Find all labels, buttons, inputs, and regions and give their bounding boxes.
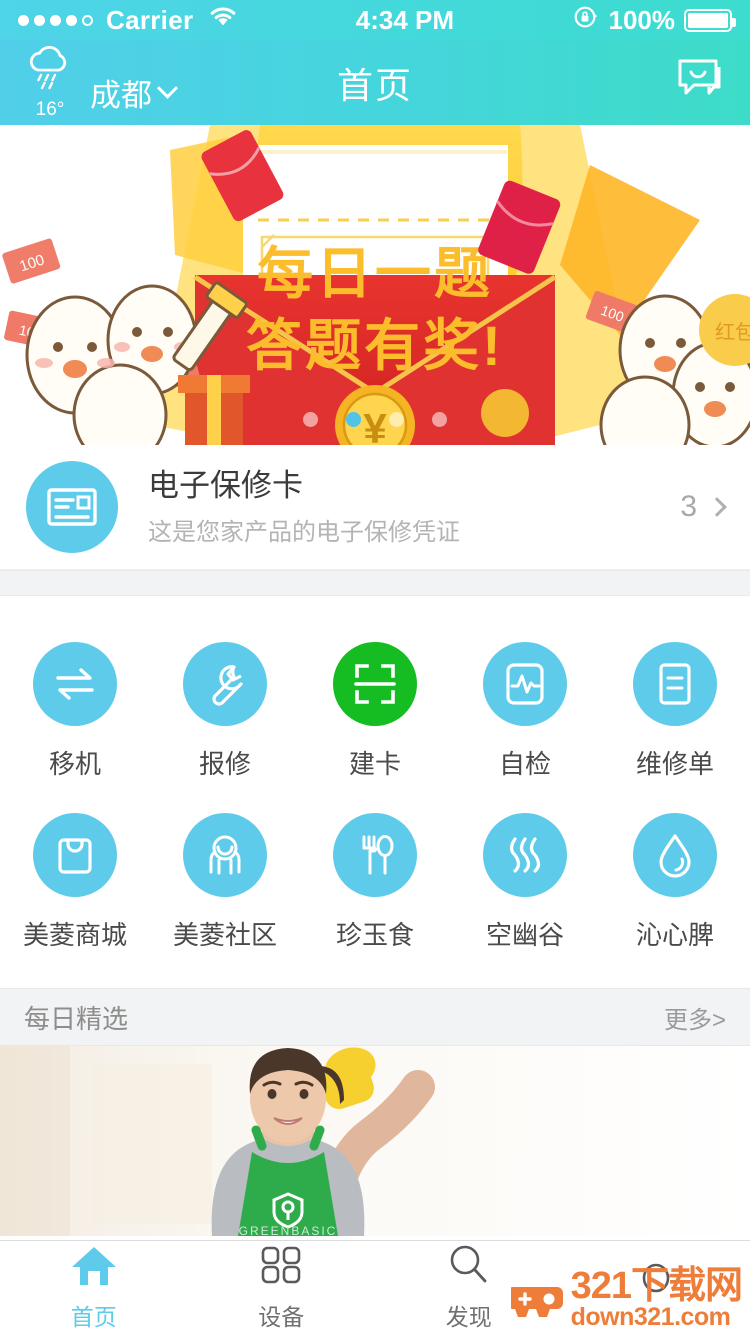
carousel-dot[interactable] bbox=[303, 412, 318, 427]
warranty-card-count: 3 bbox=[680, 490, 697, 524]
grid-item-label: 空幽谷 bbox=[486, 915, 564, 952]
status-bar-left: Carrier bbox=[18, 5, 238, 36]
wrench-icon bbox=[183, 642, 267, 726]
city-label: 成都 bbox=[90, 70, 152, 115]
service-grid-row-1: 移机 报修 bbox=[0, 624, 750, 795]
temperature-label: 16° bbox=[36, 100, 65, 119]
app-root: Carrier 4:34 PM 100% bbox=[0, 0, 750, 1334]
site-watermark: 321下载网 down321.com bbox=[511, 1267, 742, 1330]
warranty-card-row[interactable]: 电子保修卡 这是您家产品的电子保修凭证 3 bbox=[0, 445, 750, 570]
home-icon bbox=[69, 1243, 119, 1292]
grid-item-label: 报修 bbox=[199, 744, 251, 781]
warranty-card-icon bbox=[26, 461, 118, 553]
tab-devices[interactable]: 设备 bbox=[188, 1241, 376, 1334]
grid-icon bbox=[258, 1243, 304, 1292]
daily-picks-more-link[interactable]: 更多> bbox=[664, 1000, 726, 1035]
promo-banner-illustration: 每日一题 答题有奖! ¥ 100 100 100 100 bbox=[0, 125, 750, 445]
warranty-card-title: 电子保修卡 bbox=[148, 467, 680, 506]
tab-label: 发现 bbox=[446, 1298, 492, 1332]
warranty-card-text: 电子保修卡 这是您家产品的电子保修凭证 bbox=[148, 467, 680, 548]
banner-line2: 答题有奖! bbox=[246, 314, 504, 377]
battery-percent-label: 100% bbox=[609, 5, 676, 36]
svg-text:GREENBASIC: GREENBASIC bbox=[239, 1224, 338, 1236]
banner-side-label: 红包 bbox=[715, 321, 750, 344]
watermark-top-text: 321下载网 bbox=[571, 1267, 742, 1305]
grid-item-label: 移机 bbox=[49, 744, 101, 781]
watermark-bottom-text: down321.com bbox=[571, 1305, 742, 1330]
grid-item-kongyougu[interactable]: 空幽谷 bbox=[450, 795, 600, 966]
rotation-lock-icon bbox=[572, 3, 600, 38]
carousel-pagination[interactable] bbox=[0, 412, 750, 427]
grid-item-weixiudan[interactable]: 维修单 bbox=[600, 624, 750, 795]
city-selector[interactable]: 成都 bbox=[90, 70, 175, 119]
tab-label: 设备 bbox=[258, 1298, 304, 1332]
banner-line1: 每日一题 bbox=[257, 242, 493, 305]
water-drop-icon bbox=[633, 813, 717, 897]
status-bar: Carrier 4:34 PM 100% bbox=[0, 0, 750, 40]
grid-item-baoxiu[interactable]: 报修 bbox=[150, 624, 300, 795]
grid-item-meiling-mall[interactable]: 美菱商城 bbox=[0, 795, 150, 966]
transfer-arrows-icon bbox=[33, 642, 117, 726]
grid-item-label: 自检 bbox=[499, 744, 551, 781]
grid-item-meiling-community[interactable]: 美菱社区 bbox=[150, 795, 300, 966]
daily-picks-photo[interactable]: GREENBASIC bbox=[0, 1046, 750, 1236]
daily-picks-title: 每日精选 bbox=[24, 999, 128, 1036]
gamepad-icon bbox=[511, 1281, 565, 1317]
promo-banner-carousel[interactable]: 每日一题 答题有奖! ¥ 100 100 100 100 bbox=[0, 125, 750, 445]
chevron-right-icon bbox=[707, 497, 727, 517]
scan-code-icon bbox=[333, 642, 417, 726]
daily-picks-header: 每日精选 更多> bbox=[0, 988, 750, 1046]
carrier-label: Carrier bbox=[106, 5, 193, 36]
status-bar-clock: 4:34 PM bbox=[238, 5, 571, 36]
service-grid-row-2: 美菱商城 美菱社区 bbox=[0, 795, 750, 966]
message-bubble-icon bbox=[674, 92, 730, 109]
chevron-down-icon bbox=[157, 78, 178, 99]
fork-spoon-icon bbox=[333, 813, 417, 897]
app-header: 16° 成都 首页 bbox=[0, 40, 750, 125]
woman-in-green-apron-photo: GREENBASIC bbox=[0, 1046, 750, 1236]
grid-item-label: 美菱商城 bbox=[23, 915, 127, 952]
signal-strength-icon bbox=[18, 15, 93, 26]
weather-widget[interactable]: 16° bbox=[20, 46, 80, 119]
watermark-text: 321下载网 down321.com bbox=[571, 1267, 742, 1330]
section-divider bbox=[0, 570, 750, 596]
search-icon bbox=[446, 1243, 492, 1292]
community-people-icon bbox=[183, 813, 267, 897]
warranty-card-subtitle: 这是您家产品的电子保修凭证 bbox=[148, 512, 680, 547]
carousel-dot-active[interactable] bbox=[346, 412, 361, 427]
battery-icon bbox=[684, 9, 732, 32]
grid-item-label: 美菱社区 bbox=[173, 915, 277, 952]
tab-home[interactable]: 首页 bbox=[0, 1241, 188, 1334]
grid-item-label: 建卡 bbox=[349, 744, 401, 781]
carousel-dot[interactable] bbox=[432, 412, 447, 427]
grid-item-qinxinpi[interactable]: 沁心脾 bbox=[600, 795, 750, 966]
air-waves-icon bbox=[483, 813, 567, 897]
grid-item-yiji[interactable]: 移机 bbox=[0, 624, 150, 795]
message-button[interactable] bbox=[674, 55, 730, 110]
warranty-card-action[interactable]: 3 bbox=[680, 490, 724, 524]
grid-item-label: 维修单 bbox=[636, 744, 714, 781]
wifi-icon bbox=[208, 5, 238, 35]
service-grid: 移机 报修 bbox=[0, 596, 750, 988]
grid-item-label: 沁心脾 bbox=[636, 915, 714, 952]
grid-item-label: 珍玉食 bbox=[336, 915, 414, 952]
header-location-group[interactable]: 16° 成都 bbox=[20, 46, 175, 119]
grid-item-zhenyushi[interactable]: 珍玉食 bbox=[300, 795, 450, 966]
status-bar-right: 100% bbox=[572, 3, 733, 38]
grid-item-zijian[interactable]: 自检 bbox=[450, 624, 600, 795]
heartbeat-monitor-icon bbox=[483, 642, 567, 726]
document-lines-icon bbox=[633, 642, 717, 726]
shopping-bag-icon bbox=[33, 813, 117, 897]
cloud-rain-icon bbox=[22, 46, 78, 99]
grid-item-jianka[interactable]: 建卡 bbox=[300, 624, 450, 795]
tab-label: 首页 bbox=[71, 1298, 117, 1332]
carousel-dot[interactable] bbox=[389, 412, 404, 427]
